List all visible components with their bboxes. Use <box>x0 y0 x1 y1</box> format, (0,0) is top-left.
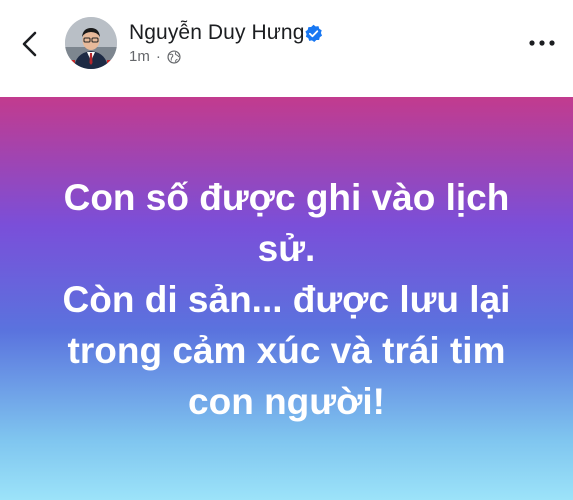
back-button[interactable] <box>14 28 46 60</box>
post-text: Con số được ghi vào lịch sử. Còn di sản.… <box>0 172 573 427</box>
post-text-line: con người! <box>188 381 385 422</box>
author-name[interactable]: Nguyễn Duy Hưng <box>129 21 304 45</box>
verified-badge-icon <box>305 24 323 42</box>
globe-icon[interactable] <box>167 49 181 64</box>
more-horizontal-icon <box>529 40 555 46</box>
chevron-left-icon <box>22 31 37 57</box>
post-text-line: Còn di sản... được lưu lại <box>62 279 511 320</box>
avatar[interactable] <box>65 17 117 69</box>
post-text-line: trong cảm xúc và trái tim <box>67 330 506 371</box>
post-meta: 1m · <box>129 48 181 65</box>
post-content[interactable]: Con số được ghi vào lịch sử. Còn di sản.… <box>0 97 573 500</box>
post-text-line: Con số được ghi vào lịch <box>63 177 510 218</box>
meta-separator: · <box>155 48 161 65</box>
profile-photo <box>65 17 117 69</box>
timestamp[interactable]: 1m <box>129 48 150 65</box>
more-options-button[interactable] <box>527 33 557 53</box>
post-text-line: sử. <box>257 228 316 269</box>
post-header: Nguyễn Duy Hưng 1m · <box>0 0 573 97</box>
